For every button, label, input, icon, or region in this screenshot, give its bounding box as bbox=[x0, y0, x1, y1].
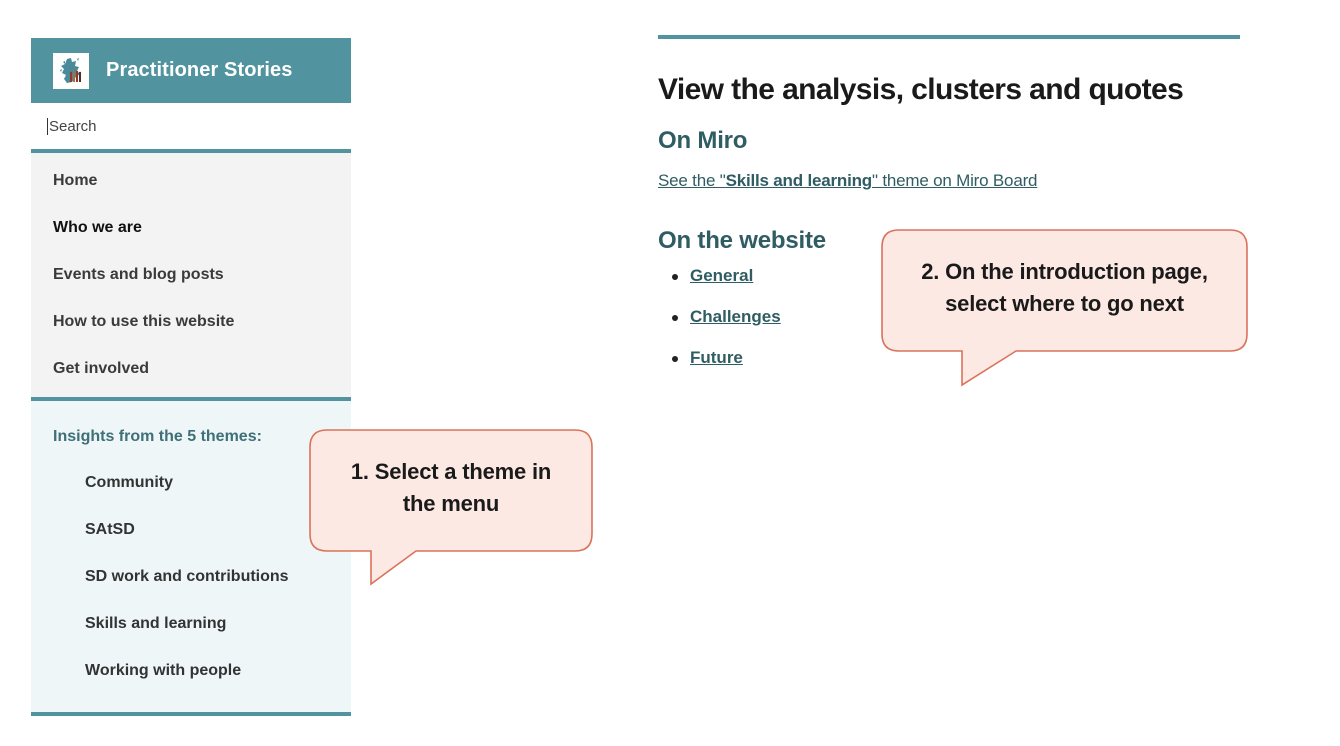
callout-select-next: 2. On the introduction page, select wher… bbox=[881, 229, 1248, 389]
miro-link-prefix: See the " bbox=[658, 171, 726, 190]
theme-item-sd-work[interactable]: SD work and contributions bbox=[31, 553, 351, 600]
scotland-people-logo-icon bbox=[53, 52, 89, 89]
callout-line-2: select where to go next bbox=[945, 291, 1184, 316]
site-title[interactable]: Practitioner Stories bbox=[106, 59, 293, 82]
theme-item-satsd[interactable]: SAtSD bbox=[31, 506, 351, 553]
link-future[interactable]: Future bbox=[690, 348, 743, 367]
main-nav: Home Who we are Events and blog posts Ho… bbox=[31, 153, 351, 401]
themes-heading: Insights from the 5 themes: bbox=[53, 428, 262, 445]
callout-line-1: 2. On the introduction page, bbox=[921, 259, 1208, 284]
miro-link-theme: Skills and learning bbox=[725, 171, 873, 190]
nav-item-who-we-are[interactable]: Who we are bbox=[31, 204, 351, 251]
nav-item-how-to-use[interactable]: How to use this website bbox=[31, 298, 351, 345]
search-input[interactable] bbox=[47, 117, 327, 135]
callout-line-1: 1. Select a theme in bbox=[350, 459, 552, 484]
theme-item-community[interactable]: Community bbox=[31, 459, 351, 506]
nav-item-get-involved[interactable]: Get involved bbox=[31, 345, 351, 392]
miro-link-suffix: " theme on Miro Board bbox=[871, 171, 1038, 190]
callout-text: 2. On the introduction page, select wher… bbox=[881, 256, 1248, 320]
search-bar bbox=[31, 103, 351, 153]
miro-board-link[interactable]: See the "Skills and learning" theme on M… bbox=[658, 171, 1037, 191]
theme-item-working-with-people[interactable]: Working with people bbox=[31, 647, 351, 694]
miro-heading: On Miro bbox=[658, 127, 748, 154]
top-divider bbox=[658, 35, 1240, 39]
nav-item-events-blog[interactable]: Events and blog posts bbox=[31, 251, 351, 298]
sidebar: Practitioner Stories Home Who we are Eve… bbox=[31, 38, 351, 716]
callout-select-theme: 1. Select a theme in the menu bbox=[309, 429, 593, 587]
callout-text: 1. Select a theme in the menu bbox=[309, 456, 593, 520]
theme-item-skills-learning[interactable]: Skills and learning bbox=[31, 600, 351, 647]
link-general[interactable]: General bbox=[690, 266, 753, 285]
themes-nav: Insights from the 5 themes: Community SA… bbox=[31, 401, 351, 716]
brand-header[interactable]: Practitioner Stories bbox=[31, 38, 351, 103]
page-title: View the analysis, clusters and quotes bbox=[658, 73, 1184, 106]
link-challenges[interactable]: Challenges bbox=[690, 307, 781, 326]
nav-item-home[interactable]: Home bbox=[31, 157, 351, 204]
callout-line-2: the menu bbox=[402, 491, 500, 516]
